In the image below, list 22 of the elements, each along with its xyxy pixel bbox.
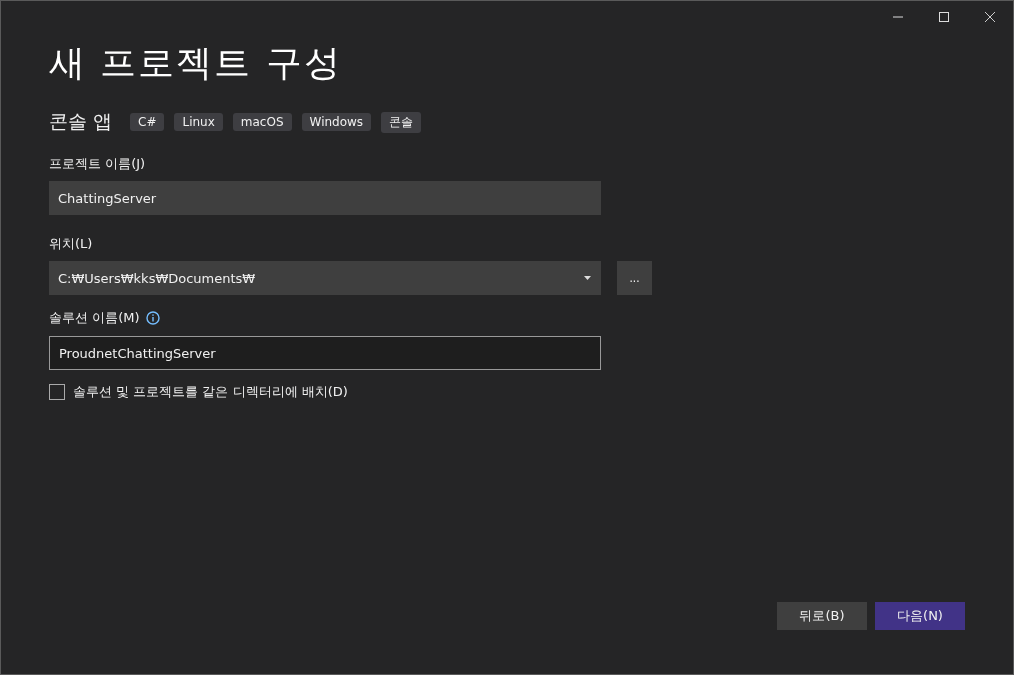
tag: Windows [301,113,372,131]
checkbox[interactable] [49,384,65,400]
tag: macOS [232,113,292,131]
back-button[interactable]: 뒤로(B) [777,602,867,630]
template-name: 콘솔 앱 [49,109,113,134]
window-title: 새 프로젝트 구성 [49,41,343,85]
input-field[interactable]: ChattingServer [49,181,601,215]
maximize-icon[interactable] [938,11,950,23]
field-label: 솔루션 이름(M) [49,309,140,327]
info-icon[interactable] [145,311,160,325]
close-icon[interactable] [984,11,996,23]
caret-icon [584,276,591,280]
tag: 콘솔 [381,111,422,133]
tag: Linux [174,113,223,131]
field-label: 프로젝트 이름(J) [49,155,147,173]
next-button[interactable]: 다음(N) [875,602,965,630]
tag: C# [130,113,165,131]
checkbox-label: 솔루션 및 프로젝트를 같은 디렉터리에 배치(D) [73,383,348,401]
browse-button[interactable]: ... [617,261,652,295]
location-dropdown[interactable]: C:₩Users₩kks₩Documents₩ [49,261,601,295]
input-field[interactable]: ProudnetChattingServer [49,336,601,370]
field-label: 위치(L) [49,235,94,253]
